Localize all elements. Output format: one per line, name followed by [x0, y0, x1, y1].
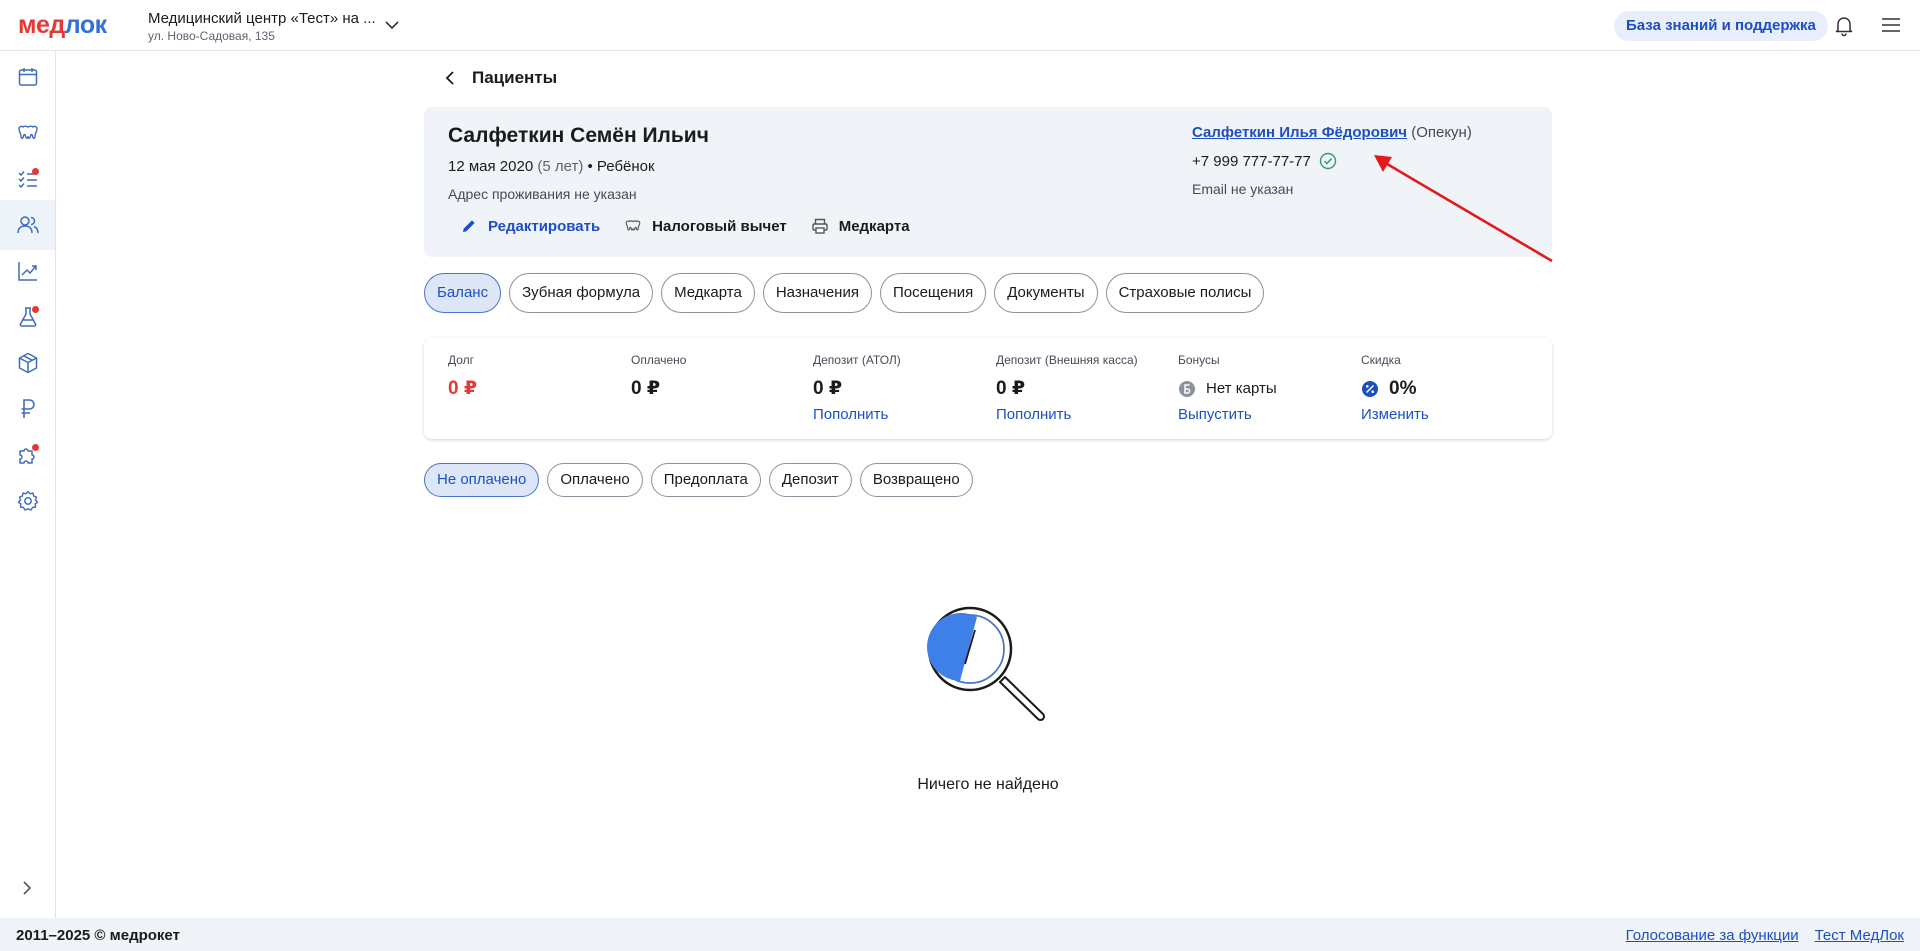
payment-filters: Не оплачено Оплачено Предоплата Депозит … [424, 463, 981, 497]
bonus-issue-link[interactable]: Выпустить [1178, 406, 1277, 423]
feature-voting-link[interactable]: Голосование за функции [1626, 927, 1799, 944]
patient-age: (5 лет) [537, 158, 584, 175]
sidebar-item-tasks[interactable] [0, 154, 55, 204]
filter-deposit[interactable]: Депозит [768, 463, 852, 497]
top-bar: медлок Медицинский центр «Тест» на ... у… [0, 0, 1920, 51]
discount-value: 0% [1361, 378, 1429, 400]
notification-badge [32, 306, 39, 313]
edit-button[interactable]: Редактировать [460, 217, 600, 235]
tab-visits[interactable]: Посещения [879, 273, 987, 313]
pencil-icon [463, 220, 475, 232]
back-to-patients[interactable]: Пациенты [440, 68, 557, 88]
balance-deposit-atol: Депозит (АТОЛ) 0 ₽ Пополнить [813, 353, 901, 423]
teeth-icon [625, 220, 641, 231]
guardian-phone: +7 999 777-77-77 [1192, 152, 1337, 170]
menu-icon[interactable] [1880, 14, 1902, 36]
edit-label: Редактировать [488, 217, 601, 235]
chart-line-icon [17, 262, 37, 281]
copyright: 2011–2025 © медрокет [16, 927, 180, 944]
discount-change-link[interactable]: Изменить [1361, 406, 1429, 423]
box-icon [18, 352, 37, 374]
notification-badge [32, 444, 39, 451]
ruble-icon [21, 399, 35, 418]
sidebar-item-warehouse[interactable] [0, 338, 55, 388]
filter-unpaid[interactable]: Не оплачено [424, 463, 540, 497]
deposit-ext-value: 0 ₽ [996, 378, 1026, 399]
separator: • [587, 158, 593, 175]
deposit-atol-topup-link[interactable]: Пополнить [813, 406, 901, 423]
deposit-ext-topup-link[interactable]: Пополнить [996, 406, 1138, 423]
magnifier-icon [927, 606, 1046, 722]
balance-bonuses: Бонусы Нет карты Выпустить [1178, 353, 1277, 423]
balance-deposit-external: Депозит (Внешняя касса) 0 ₽ Пополнить [996, 353, 1138, 423]
debt-value: 0 ₽ [448, 378, 478, 399]
logo[interactable]: медлок [18, 13, 107, 38]
balance-panel: Долг 0 ₽ Оплачено 0 ₽ Депозит (АТОЛ) 0 ₽… [424, 338, 1552, 439]
notification-badge [32, 168, 39, 175]
check-circle-icon [1319, 152, 1337, 170]
percent-icon [1362, 381, 1378, 397]
gear-icon [17, 490, 38, 511]
patient-actions: Редактировать Налоговый вычет Медкарта [460, 217, 934, 235]
guardian-link[interactable]: Салфеткин Илья Фёдорович [1192, 124, 1407, 141]
medcard-label: Медкарта [838, 217, 910, 235]
chevron-left-icon [445, 71, 454, 85]
guardian-role: (Опекун) [1411, 124, 1472, 141]
clinic-selector[interactable]: Медицинский центр «Тест» на ... ул. Ново… [148, 10, 398, 44]
paid-value: 0 ₽ [631, 378, 661, 399]
patient-address: Адрес проживания не указан [448, 186, 637, 202]
tab-medcard[interactable]: Медкарта [661, 273, 755, 313]
sidebar-item-analytics[interactable] [0, 246, 55, 296]
users-icon [16, 216, 39, 234]
balance-paid: Оплачено 0 ₽ [631, 353, 687, 399]
sidebar-item-calendar[interactable] [0, 52, 55, 102]
bell-icon[interactable] [1832, 13, 1856, 37]
back-label: Пациенты [472, 68, 558, 87]
balance-discount: Скидка 0% Изменить [1361, 353, 1429, 423]
phone-number: +7 999 777-77-77 [1192, 152, 1311, 170]
tax-deduction-button[interactable]: Налоговый вычет [624, 217, 787, 235]
clinic-name: Медицинский центр «Тест» на ... [148, 10, 376, 27]
tab-balance[interactable]: Баланс [424, 273, 502, 313]
knowledge-base-button[interactable]: База знаний и поддержка [1614, 11, 1828, 41]
filter-paid[interactable]: Оплачено [547, 463, 643, 497]
empty-state-text: Ничего не найдено [917, 776, 1059, 793]
filter-prepayment[interactable]: Предоплата [650, 463, 761, 497]
chevron-down-icon[interactable] [384, 17, 400, 33]
sidebar [0, 51, 56, 918]
balance-debt: Долг 0 ₽ [448, 353, 478, 399]
patient-tabs: Баланс Зубная формула Медкарта Назначени… [424, 273, 1272, 313]
tab-dental-formula[interactable]: Зубная формула [509, 273, 654, 313]
patient-birth: 12 мая 2020 (5 лет) • Ребёнок [448, 158, 655, 175]
tab-documents[interactable]: Документы [994, 273, 1098, 313]
teeth-icon [17, 125, 38, 139]
sidebar-item-settings[interactable] [0, 476, 55, 526]
sidebar-item-finance[interactable] [0, 384, 55, 434]
guardian-email: Email не указан [1192, 181, 1294, 197]
tax-label: Налоговый вычет [652, 217, 787, 235]
annotation-arrow [1374, 155, 1553, 263]
filter-returned[interactable]: Возвращено [859, 463, 973, 497]
sidebar-item-teeth[interactable] [0, 108, 55, 158]
clinic-address: ул. Ново-Садовая, 135 [148, 29, 275, 43]
test-medlok-link[interactable]: Тест МедЛок [1815, 927, 1904, 944]
medcard-button[interactable]: Медкарта [811, 217, 910, 235]
printer-icon [812, 218, 828, 234]
calendar-icon [18, 68, 37, 86]
tab-insurance[interactable]: Страховые полисы [1105, 273, 1265, 313]
tab-prescriptions[interactable]: Назначения [762, 273, 872, 313]
patient-category: Ребёнок [596, 158, 655, 175]
bonus-icon [1179, 381, 1195, 397]
guardian: Салфеткин Илья Фёдорович (Опекун) [1192, 124, 1472, 141]
sidebar-item-lab[interactable] [0, 292, 55, 342]
footer-links: Голосование за функции Тест МедЛок [1610, 927, 1904, 944]
patient-name: Салфеткин Семён Ильич [448, 124, 709, 147]
deposit-atol-value: 0 ₽ [813, 378, 843, 399]
bonus-value: Нет карты [1178, 378, 1277, 400]
footer: 2011–2025 © медрокет Голосование за функ… [0, 918, 1920, 951]
sidebar-item-patients[interactable] [0, 200, 55, 250]
birth-date: 12 мая 2020 [448, 158, 534, 175]
sidebar-item-integrations[interactable] [0, 430, 55, 480]
chevron-right-icon[interactable] [16, 877, 38, 899]
